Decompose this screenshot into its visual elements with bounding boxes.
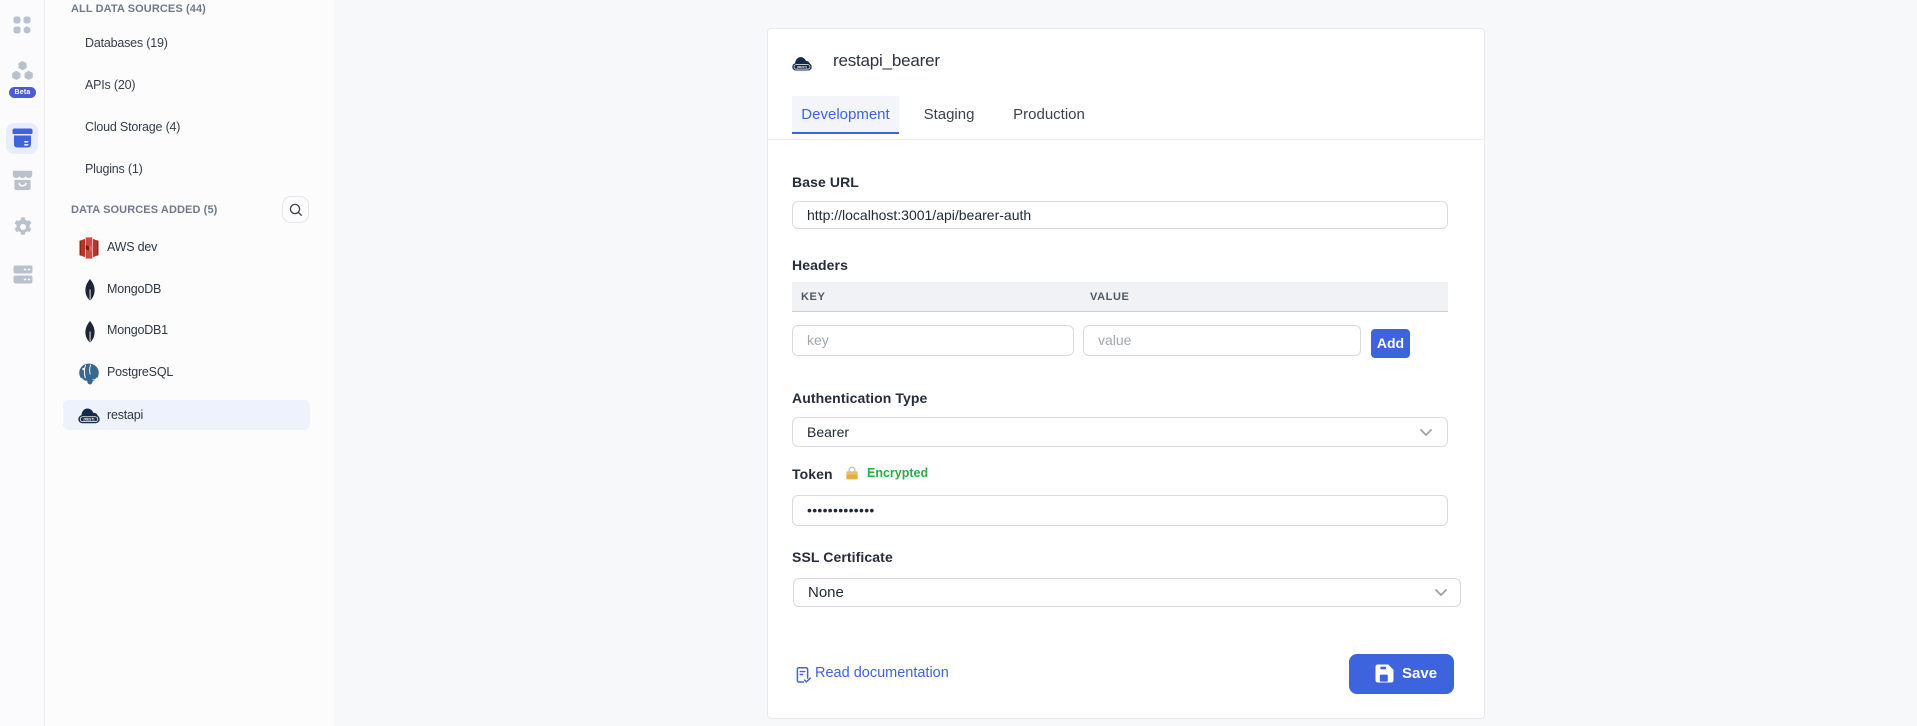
svg-text:(REST): (REST): [84, 417, 95, 421]
svg-text:(REST): (REST): [797, 65, 807, 69]
